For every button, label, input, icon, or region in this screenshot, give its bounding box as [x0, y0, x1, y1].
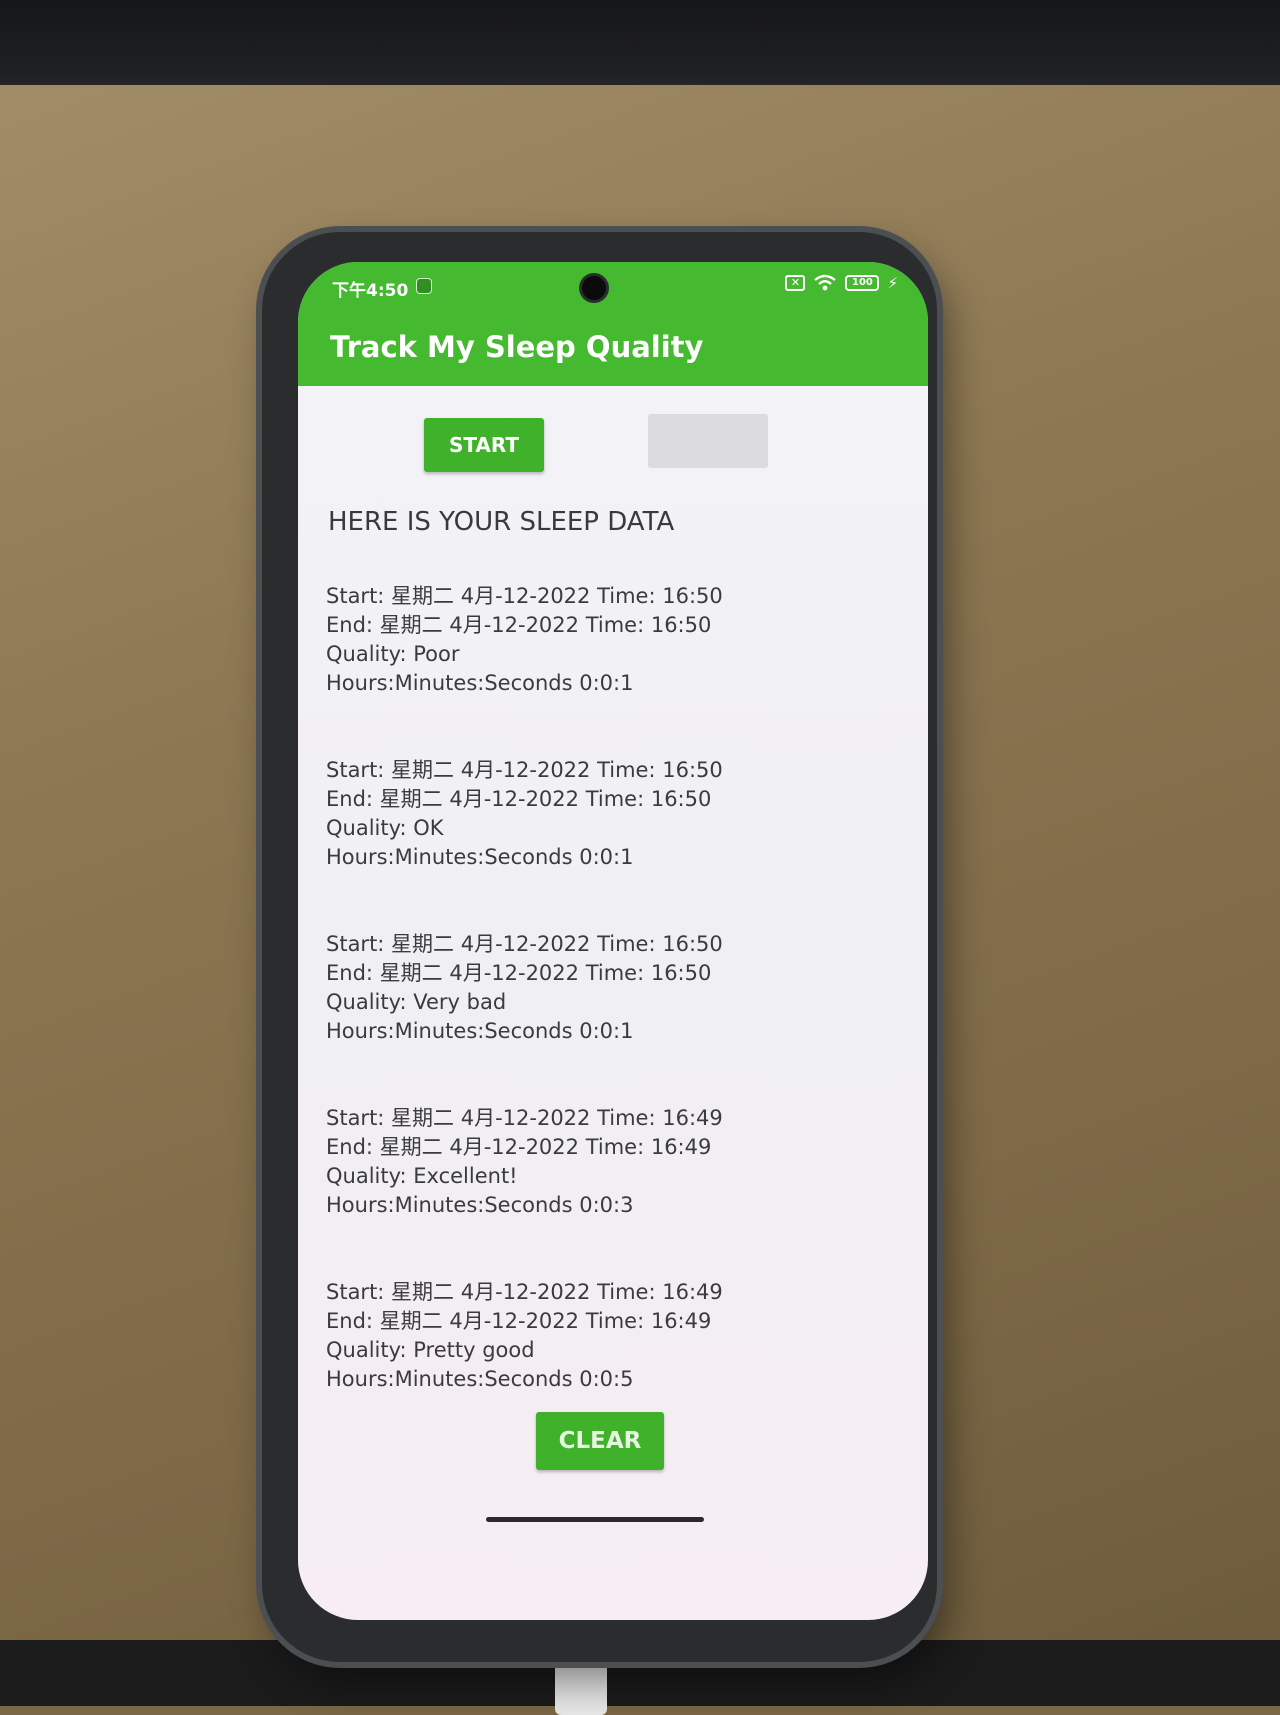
- sleep-record: Start: 星期二 4月-12-2022 Time: 16:49 End: 星…: [326, 1104, 906, 1220]
- record-end: End: 星期二 4月-12-2022 Time: 16:50: [326, 613, 712, 637]
- charging-cable: [555, 1655, 607, 1715]
- battery-icon: 100: [845, 275, 880, 291]
- sleep-record: Start: 星期二 4月-12-2022 Time: 16:49 End: 星…: [326, 1278, 906, 1394]
- record-end: End: 星期二 4月-12-2022 Time: 16:49: [326, 1309, 712, 1333]
- wifi-icon: [814, 274, 837, 291]
- app-bar: Track My Sleep Quality: [298, 306, 928, 386]
- sleep-record: Start: 星期二 4月-12-2022 Time: 16:50 End: 星…: [326, 930, 906, 1046]
- front-camera: [582, 276, 606, 300]
- notification-icon: [416, 278, 432, 294]
- status-time: 下午4:50: [332, 281, 409, 301]
- record-quality: Quality: OK: [326, 816, 444, 840]
- record-end: End: 星期二 4月-12-2022 Time: 16:50: [326, 787, 712, 811]
- sleep-records-list: Start: 星期二 4月-12-2022 Time: 16:50 End: 星…: [326, 582, 906, 1452]
- stop-button-disabled: [648, 414, 768, 468]
- record-duration: Hours:Minutes:Seconds 0:0:1: [326, 1019, 634, 1043]
- record-start: Start: 星期二 4月-12-2022 Time: 16:50: [326, 584, 723, 608]
- record-end: End: 星期二 4月-12-2022 Time: 16:50: [326, 961, 712, 985]
- sleep-record: Start: 星期二 4月-12-2022 Time: 16:50 End: 星…: [326, 582, 906, 698]
- clear-button[interactable]: CLEAR: [536, 1412, 664, 1470]
- sleep-data-heading: HERE IS YOUR SLEEP DATA: [328, 507, 675, 537]
- charging-bolt-icon: ⚡: [887, 274, 898, 292]
- status-icons: ✕ 100 ⚡: [785, 274, 898, 292]
- record-end: End: 星期二 4月-12-2022 Time: 16:49: [326, 1135, 712, 1159]
- record-start: Start: 星期二 4月-12-2022 Time: 16:49: [326, 1106, 723, 1130]
- sim-off-icon: ✕: [785, 275, 806, 291]
- record-quality: Quality: Very bad: [326, 990, 507, 1014]
- record-quality: Quality: Excellent!: [326, 1164, 518, 1188]
- start-button[interactable]: START: [424, 418, 544, 472]
- sleep-record: Start: 星期二 4月-12-2022 Time: 16:50 End: 星…: [326, 756, 906, 872]
- record-quality: Quality: Poor: [326, 642, 460, 666]
- app-title: Track My Sleep Quality: [330, 330, 704, 364]
- phone-screen: 下午4:50 ✕ 100 ⚡ Track My Sleep Quality ST…: [298, 262, 928, 1620]
- record-duration: Hours:Minutes:Seconds 0:0:1: [326, 845, 634, 869]
- record-start: Start: 星期二 4月-12-2022 Time: 16:50: [326, 932, 723, 956]
- home-indicator[interactable]: [486, 1517, 704, 1522]
- record-duration: Hours:Minutes:Seconds 0:0:5: [326, 1367, 634, 1391]
- record-quality: Quality: Pretty good: [326, 1338, 535, 1362]
- record-start: Start: 星期二 4月-12-2022 Time: 16:50: [326, 758, 723, 782]
- record-duration: Hours:Minutes:Seconds 0:0:3: [326, 1193, 634, 1217]
- status-bar: 下午4:50 ✕ 100 ⚡: [298, 262, 928, 306]
- record-duration: Hours:Minutes:Seconds 0:0:1: [326, 671, 634, 695]
- record-start: Start: 星期二 4月-12-2022 Time: 16:49: [326, 1280, 723, 1304]
